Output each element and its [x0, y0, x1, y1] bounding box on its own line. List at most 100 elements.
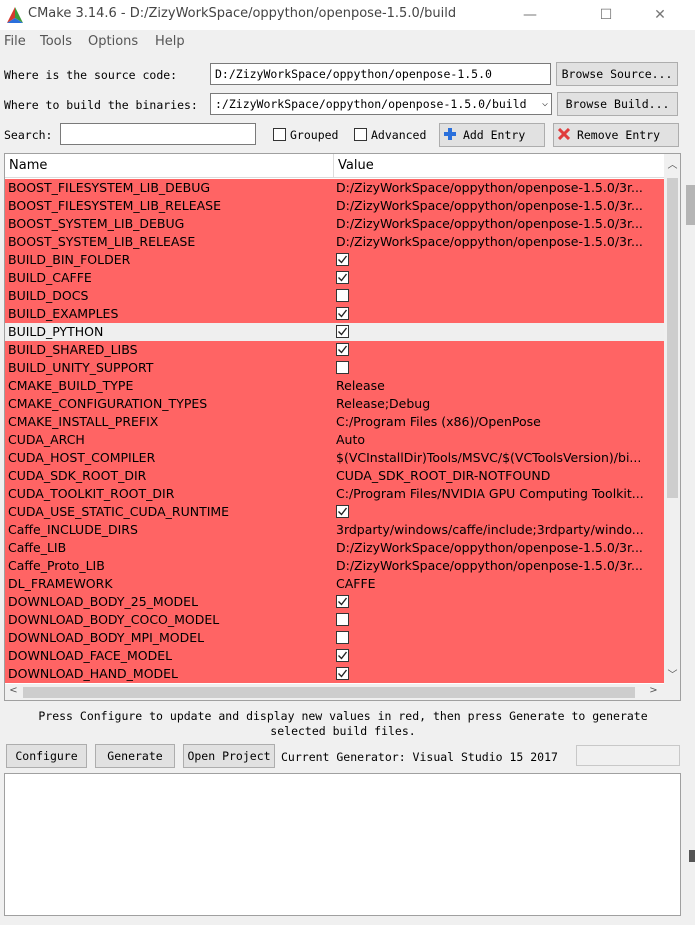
table-row[interactable]: DOWNLOAD_BODY_MPI_MODEL: [5, 629, 664, 647]
table-row[interactable]: BUILD_PYTHON: [5, 323, 664, 341]
table-row[interactable]: CUDA_TOOLKIT_ROOT_DIR C:/Program Files/NV…: [5, 485, 664, 503]
scroll-left-icon[interactable]: <: [5, 685, 22, 696]
checkmark-icon: [338, 327, 348, 336]
row-value[interactable]: D:/ZizyWorkSpace/oppython/openpose-1.5.0…: [336, 540, 662, 555]
table-row[interactable]: CUDA_USE_STATIC_CUDA_RUNTIME: [5, 503, 664, 521]
row-value[interactable]: C:/Program Files/NVIDIA GPU Computing To…: [336, 486, 662, 501]
table-row[interactable]: BUILD_DOCS: [5, 287, 664, 305]
cache-table[interactable]: Name Value BOOST_FILESYSTEM_LIB_DEBUG D:/…: [4, 153, 681, 701]
table-row[interactable]: DOWNLOAD_HAND_MODEL: [5, 665, 664, 683]
row-value-checkbox[interactable]: [336, 271, 349, 284]
row-value[interactable]: Release;Debug: [336, 396, 662, 411]
row-name: DOWNLOAD_HAND_MODEL: [8, 666, 179, 681]
scroll-down-icon[interactable]: ﹀: [664, 666, 680, 681]
vertical-scroll-thumb[interactable]: [667, 178, 678, 498]
row-value-checkbox[interactable]: [336, 307, 349, 320]
table-row[interactable]: Caffe_Proto_LIB D:/ZizyWorkSpace/oppython…: [5, 557, 664, 575]
source-path-input[interactable]: D:/ZizyWorkSpace/oppython/openpose-1.5.0: [210, 63, 551, 85]
maximize-button[interactable]: ☐: [583, 0, 629, 30]
horizontal-scroll-thumb[interactable]: [23, 687, 635, 698]
table-row[interactable]: CMAKE_CONFIGURATION_TYPES Release;Debug: [5, 395, 664, 413]
table-row[interactable]: BOOST_FILESYSTEM_LIB_RELEASE D:/ZizyWorkS…: [5, 197, 664, 215]
checkmark-icon: [338, 507, 348, 516]
remove-entry-button[interactable]: Remove Entry: [553, 123, 679, 147]
generate-button[interactable]: Generate: [95, 744, 175, 768]
output-log[interactable]: [4, 773, 681, 916]
horizontal-scrollbar[interactable]: < >: [5, 684, 680, 700]
row-value[interactable]: D:/ZizyWorkSpace/oppython/openpose-1.5.0…: [336, 216, 662, 231]
menu-file[interactable]: File: [4, 34, 26, 49]
row-value-checkbox[interactable]: [336, 631, 349, 644]
table-row[interactable]: CMAKE_INSTALL_PREFIX C:/Program Files (x8…: [5, 413, 664, 431]
table-row[interactable]: BUILD_UNITY_SUPPORT: [5, 359, 664, 377]
browse-build-button[interactable]: Browse Build...: [557, 92, 678, 116]
build-label: Where to build the binaries:: [4, 98, 198, 112]
table-row[interactable]: DL_FRAMEWORK CAFFE: [5, 575, 664, 593]
scroll-right-icon[interactable]: >: [645, 685, 662, 696]
table-row[interactable]: CMAKE_BUILD_TYPE Release: [5, 377, 664, 395]
row-value[interactable]: D:/ZizyWorkSpace/oppython/openpose-1.5.0…: [336, 198, 662, 213]
table-row[interactable]: BUILD_EXAMPLES: [5, 305, 664, 323]
row-value-checkbox[interactable]: [336, 505, 349, 518]
build-path-combo[interactable]: :/ZizyWorkSpace/oppython/openpose-1.5.0/…: [210, 93, 552, 115]
table-row[interactable]: BOOST_SYSTEM_LIB_DEBUG D:/ZizyWorkSpace/o…: [5, 215, 664, 233]
row-value[interactable]: D:/ZizyWorkSpace/oppython/openpose-1.5.0…: [336, 234, 662, 249]
row-value-checkbox[interactable]: [336, 325, 349, 338]
checkmark-icon: [338, 273, 348, 282]
row-value-checkbox[interactable]: [336, 361, 349, 374]
search-input[interactable]: [60, 123, 256, 145]
row-value[interactable]: CAFFE: [336, 576, 662, 591]
row-value[interactable]: D:/ZizyWorkSpace/oppython/openpose-1.5.0…: [336, 180, 662, 195]
add-entry-button[interactable]: Add Entry: [439, 123, 545, 147]
cmake-triangle-icon: [7, 7, 23, 23]
row-value-checkbox[interactable]: [336, 253, 349, 266]
row-value[interactable]: D:/ZizyWorkSpace/oppython/openpose-1.5.0…: [336, 558, 662, 573]
minimize-button[interactable]: —: [507, 0, 553, 30]
background-window-edge: [684, 0, 695, 925]
table-row[interactable]: BOOST_FILESYSTEM_LIB_DEBUG D:/ZizyWorkSpa…: [5, 179, 664, 197]
row-value[interactable]: $(VCInstallDir)Tools/MSVC/$(VCToolsVersi…: [336, 450, 662, 465]
table-row[interactable]: DOWNLOAD_FACE_MODEL: [5, 647, 664, 665]
title-bar[interactable]: CMake 3.14.6 - D:/ZizyWorkSpace/oppython…: [0, 0, 695, 30]
column-header-name[interactable]: Name: [9, 158, 47, 173]
row-value-checkbox[interactable]: [336, 343, 349, 356]
red-x-icon: [557, 127, 571, 141]
row-value-checkbox[interactable]: [336, 649, 349, 662]
table-row[interactable]: DOWNLOAD_BODY_25_MODEL: [5, 593, 664, 611]
row-value-checkbox[interactable]: [336, 667, 349, 680]
open-project-button[interactable]: Open Project: [183, 744, 275, 768]
grouped-checkbox[interactable]: [273, 128, 286, 141]
row-value[interactable]: 3rdparty/windows/caffe/include;3rdparty/…: [336, 522, 662, 537]
table-row[interactable]: Caffe_INCLUDE_DIRS 3rdparty/windows/caffe…: [5, 521, 664, 539]
row-value-checkbox[interactable]: [336, 595, 349, 608]
table-row[interactable]: BUILD_SHARED_LIBS: [5, 341, 664, 359]
table-row[interactable]: BOOST_SYSTEM_LIB_RELEASE D:/ZizyWorkSpace…: [5, 233, 664, 251]
advanced-checkbox[interactable]: [354, 128, 367, 141]
row-name: Caffe_LIB: [8, 540, 67, 555]
row-value[interactable]: Release: [336, 378, 662, 393]
row-value-checkbox[interactable]: [336, 289, 349, 302]
row-value-checkbox[interactable]: [336, 613, 349, 626]
browse-source-button[interactable]: Browse Source...: [556, 62, 678, 86]
progress-bar: [576, 745, 680, 766]
configure-button[interactable]: Configure: [6, 744, 87, 768]
chevron-down-icon[interactable]: ⌵: [541, 94, 548, 114]
row-value[interactable]: Auto: [336, 432, 662, 447]
menu-tools[interactable]: Tools: [40, 34, 72, 49]
row-value[interactable]: CUDA_SDK_ROOT_DIR-NOTFOUND: [336, 468, 662, 483]
table-row[interactable]: Caffe_LIB D:/ZizyWorkSpace/oppython/openp…: [5, 539, 664, 557]
column-header-value[interactable]: Value: [338, 158, 374, 173]
close-button[interactable]: ✕: [637, 0, 683, 30]
table-row[interactable]: BUILD_CAFFE: [5, 269, 664, 287]
vertical-scrollbar[interactable]: ︿ ﹀: [664, 154, 680, 684]
table-row[interactable]: CUDA_ARCH Auto: [5, 431, 664, 449]
scroll-up-icon[interactable]: ︿: [664, 156, 680, 171]
menu-options[interactable]: Options: [88, 34, 138, 49]
row-value[interactable]: C:/Program Files (x86)/OpenPose: [336, 414, 662, 429]
table-row[interactable]: DOWNLOAD_BODY_COCO_MODEL: [5, 611, 664, 629]
table-row[interactable]: BUILD_BIN_FOLDER: [5, 251, 664, 269]
menu-help[interactable]: Help: [155, 34, 185, 49]
row-name: BUILD_PYTHON: [8, 324, 104, 339]
table-row[interactable]: CUDA_HOST_COMPILER $(VCInstallDir)Tools/M…: [5, 449, 664, 467]
table-row[interactable]: CUDA_SDK_ROOT_DIR CUDA_SDK_ROOT_DIR-NOTFO…: [5, 467, 664, 485]
